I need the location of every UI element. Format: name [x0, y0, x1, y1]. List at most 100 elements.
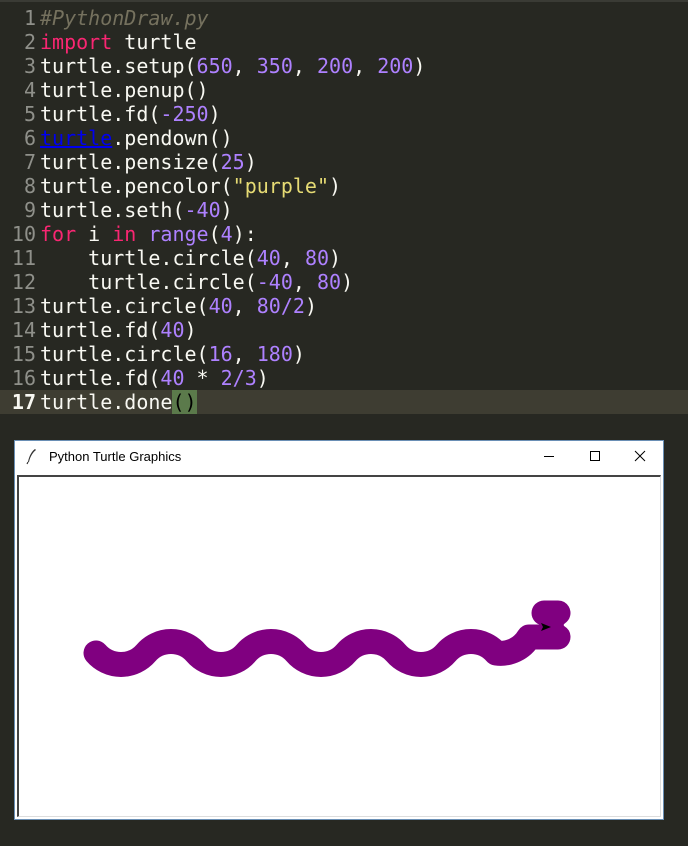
code-token: 200: [377, 54, 414, 78]
code-line[interactable]: 9 turtle.seth(-40): [0, 198, 688, 222]
code-token: turtle.setup(: [40, 54, 197, 78]
code-line[interactable]: 7 turtle.pensize(25): [0, 150, 688, 174]
close-icon: [634, 450, 646, 462]
line-number: 17: [11, 390, 36, 414]
code-token: turtle.fd(: [40, 102, 161, 126]
line-code[interactable]: turtle.fd(40): [40, 318, 197, 342]
maximize-button[interactable]: [572, 441, 618, 471]
code-line[interactable]: 3 turtle.setup(650, 350, 200, 200): [0, 54, 688, 78]
code-token: ): [256, 366, 269, 390]
line-number: 6: [23, 126, 36, 150]
code-token: turtle.fd(: [40, 318, 161, 342]
editor-top-border: [0, 0, 688, 2]
line-code[interactable]: turtle.done(): [40, 390, 197, 414]
window-titlebar[interactable]: Python Turtle Graphics: [15, 441, 663, 471]
code-token: range: [148, 222, 209, 246]
line-code[interactable]: turtle.pendown(): [40, 126, 233, 150]
minimize-button[interactable]: [526, 441, 572, 471]
line-code[interactable]: turtle.circle(40, 80/2): [40, 294, 317, 318]
line-code[interactable]: turtle.penup(): [40, 78, 209, 102]
line-number: 8: [23, 174, 36, 198]
code-token: 40: [160, 318, 185, 342]
code-token: turtle.done: [40, 390, 173, 414]
turtle-graphics-window[interactable]: Python Turtle Graphics: [14, 440, 664, 820]
code-token: ):: [232, 222, 257, 246]
code-token: turtle.pencolor(: [40, 174, 233, 198]
close-button[interactable]: [617, 441, 663, 471]
line-code[interactable]: turtle.circle(16, 180): [40, 342, 305, 366]
code-token: 25: [220, 150, 245, 174]
line-number: 4: [23, 78, 36, 102]
turtle-canvas[interactable]: [19, 477, 659, 815]
code-line[interactable]: 8 turtle.pencolor("purple"): [0, 174, 688, 198]
code-token: -40: [184, 198, 221, 222]
line-number: 1: [23, 6, 36, 30]
line-number: 2: [23, 30, 36, 54]
code-token: *: [184, 366, 221, 390]
code-line[interactable]: 11 turtle.circle(40, 80): [0, 246, 688, 270]
code-token: ): [328, 174, 342, 198]
line-code[interactable]: #PythonDraw.py: [40, 6, 209, 30]
code-line[interactable]: 10 for i in range(4):: [0, 222, 688, 246]
code-line[interactable]: 13 turtle.circle(40, 80/2): [0, 294, 688, 318]
line-code[interactable]: turtle.seth(-40): [40, 198, 233, 222]
line-code[interactable]: turtle.setup(650, 350, 200, 200): [40, 54, 425, 78]
line-number: 16: [11, 366, 36, 390]
line-code[interactable]: turtle.pencolor("purple"): [40, 174, 341, 198]
line-number: 7: [23, 150, 36, 174]
line-code[interactable]: import turtle: [40, 30, 197, 54]
code-line[interactable]: 2 import turtle: [0, 30, 688, 54]
line-number: 15: [11, 342, 36, 366]
line-number: 9: [23, 198, 36, 222]
code-token: ,: [292, 270, 317, 294]
code-token: 40: [256, 246, 281, 270]
code-line[interactable]: 17 turtle.done(): [0, 390, 688, 414]
code-token: #PythonDraw.py: [40, 6, 209, 30]
code-token: ,: [232, 342, 257, 366]
code-token: 80/2: [256, 294, 305, 318]
code-token: (: [208, 222, 221, 246]
minimize-icon: [544, 456, 554, 457]
code-token: ,: [292, 54, 317, 78]
code-token: 200: [316, 54, 354, 78]
code-line[interactable]: 15 turtle.circle(16, 180): [0, 342, 688, 366]
code-line[interactable]: 1 #PythonDraw.py: [0, 6, 688, 30]
code-token: -40: [256, 270, 293, 294]
code-token: ,: [280, 246, 305, 270]
code-line[interactable]: 14 turtle.fd(40): [0, 318, 688, 342]
code-line[interactable]: 4 turtle.penup(): [0, 78, 688, 102]
code-token: 80: [316, 270, 342, 294]
code-token: 4: [220, 222, 233, 246]
line-code[interactable]: turtle.circle(40, 80): [40, 246, 341, 270]
python-snake-drawing: [83, 600, 571, 677]
code-editor[interactable]: 1 #PythonDraw.py 2 import turtle 3 turtle.set…: [0, 0, 688, 430]
maximize-icon: [590, 451, 600, 461]
line-number: 13: [11, 294, 36, 318]
code-token: "purple": [232, 174, 329, 198]
code-token: turtle.circle(: [40, 270, 257, 294]
code-token: ): [220, 198, 233, 222]
code-token: import: [40, 30, 113, 54]
code-token: turtle.circle(: [40, 342, 209, 366]
code-line[interactable]: 5 turtle.fd(-250): [0, 102, 688, 126]
turtle-canvas-frame: [17, 475, 661, 817]
code-token: 80: [304, 246, 330, 270]
window-title: Python Turtle Graphics: [49, 448, 182, 464]
code-line[interactable]: 12 turtle.circle(-40, 80): [0, 270, 688, 294]
code-token: turtle.circle(: [40, 246, 257, 270]
code-token: 180: [256, 342, 293, 366]
code-token: turtle.circle(: [40, 294, 209, 318]
code-token: ): [329, 246, 342, 270]
code-token: ,: [353, 54, 378, 78]
code-line[interactable]: 16 turtle.fd(40 * 2/3): [0, 366, 688, 390]
code-token: turtle.pensize(: [40, 150, 221, 174]
line-code[interactable]: turtle.fd(-250): [40, 102, 221, 126]
line-code[interactable]: turtle.fd(40 * 2/3): [40, 366, 269, 390]
code-line[interactable]: 6 turtle.pendown(): [0, 126, 688, 150]
line-code[interactable]: turtle.circle(-40, 80): [40, 270, 353, 294]
line-code[interactable]: for i in range(4):: [40, 222, 257, 246]
code-token: ): [304, 294, 317, 318]
code-token: ): [292, 342, 305, 366]
line-code[interactable]: turtle.pensize(25): [40, 150, 257, 174]
